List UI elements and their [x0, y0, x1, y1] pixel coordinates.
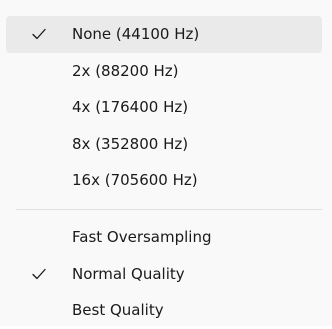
menu-item-label: None (44100 Hz)	[72, 25, 200, 43]
menu-item-label: Best Quality	[72, 301, 164, 319]
menu-item-fast-oversampling[interactable]: Fast Oversampling	[6, 219, 322, 256]
menu-item-label: 4x (176400 Hz)	[72, 98, 189, 116]
menu-item-label: 16x (705600 Hz)	[72, 171, 198, 189]
menu-item-label: Normal Quality	[72, 264, 185, 283]
checkmark-icon	[27, 16, 51, 53]
menu-item-best-quality[interactable]: Best Quality	[6, 292, 322, 329]
menu-item-none-44100[interactable]: None (44100 Hz)	[6, 16, 322, 53]
menu-item-8x-352800[interactable]: 8x (352800 Hz)	[6, 126, 322, 163]
menu-item-label: Fast Oversampling	[72, 228, 212, 246]
quality-group: Fast Oversampling Normal Quality Best Qu…	[6, 219, 322, 329]
menu-item-label: 8x (352800 Hz)	[72, 134, 189, 153]
menu-item-4x-176400[interactable]: 4x (176400 Hz)	[6, 89, 322, 126]
sample-rate-group: None (44100 Hz) 2x (88200 Hz) 4x (176400…	[6, 16, 322, 199]
menu-item-label: 2x (88200 Hz)	[72, 61, 179, 80]
menu-separator	[16, 209, 322, 210]
checkmark-icon	[27, 256, 51, 293]
menu-item-2x-88200[interactable]: 2x (88200 Hz)	[6, 53, 322, 90]
menu-item-normal-quality[interactable]: Normal Quality	[6, 256, 322, 293]
menu-item-16x-705600[interactable]: 16x (705600 Hz)	[6, 162, 322, 199]
oversampling-context-menu: None (44100 Hz) 2x (88200 Hz) 4x (176400…	[0, 0, 332, 326]
